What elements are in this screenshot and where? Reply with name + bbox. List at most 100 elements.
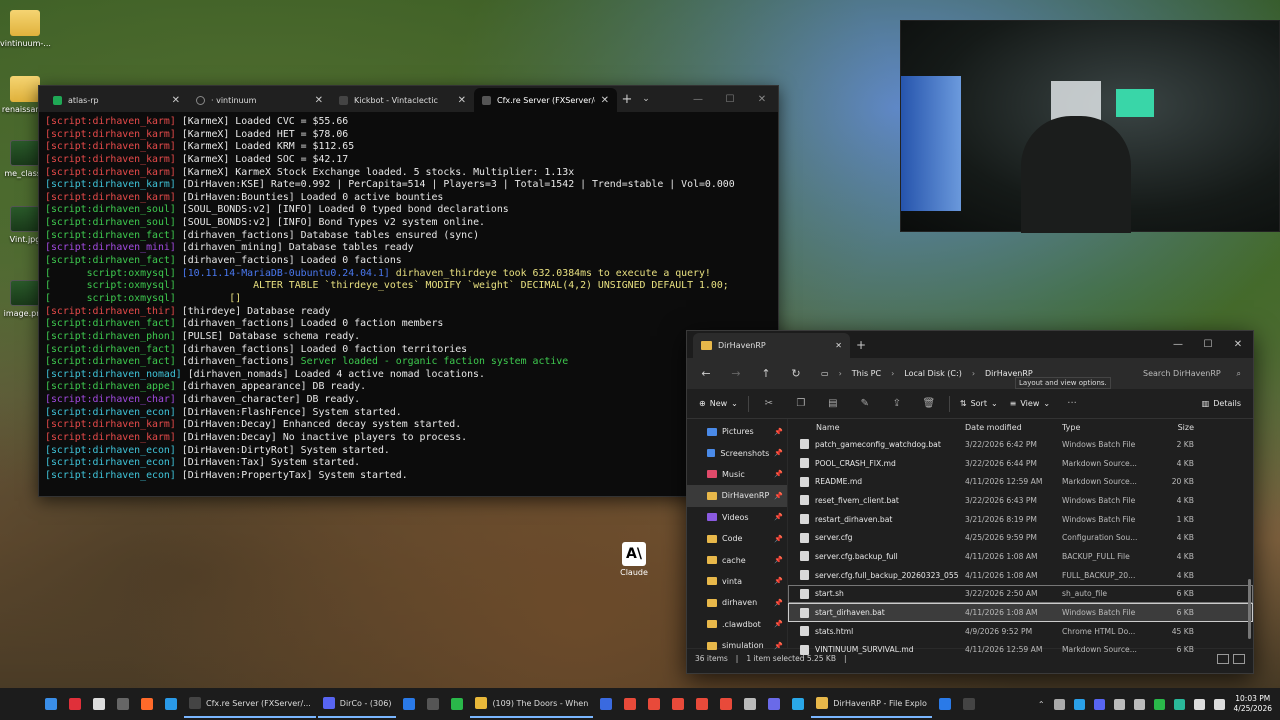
file-row[interactable]: VINTINUUM_SURVIVAL.md 4/11/2026 12:59 AM M… bbox=[788, 641, 1253, 660]
new-tab-button[interactable]: + bbox=[850, 338, 872, 352]
taskbar-app[interactable] bbox=[667, 690, 689, 718]
taskbar-app[interactable] bbox=[446, 690, 468, 718]
file-row[interactable]: POOL_CRASH_FIX.md 3/22/2026 6:44 PM Markdo… bbox=[788, 454, 1253, 473]
view-button[interactable]: ≡ View ⌄ bbox=[1004, 393, 1056, 415]
share-icon[interactable]: ⇪ bbox=[881, 398, 913, 409]
taskbar-app[interactable] bbox=[691, 690, 713, 718]
telegram-icon[interactable] bbox=[1073, 698, 1085, 710]
nav-item-dirhaven[interactable]: dirhaven 📌 bbox=[687, 592, 787, 613]
file-explorer-window[interactable]: DirHavenRP ✕ + — ☐ ✕ ← → ↑ ↻ ▭ › This PC… bbox=[686, 330, 1254, 674]
column-header-type[interactable]: Type bbox=[1056, 423, 1142, 432]
nav-item-simulation[interactable]: simulation 📌 bbox=[687, 635, 787, 656]
breadcrumb-item[interactable]: Local Disk (C:) bbox=[904, 369, 962, 378]
terminal-tab-active[interactable]: Cfx.re Server (FXServer/g ✕ bbox=[474, 88, 617, 112]
taskbar-app[interactable] bbox=[64, 690, 86, 718]
taskbar-app[interactable] bbox=[422, 690, 444, 718]
taskbar-app[interactable] bbox=[643, 690, 665, 718]
taskbar-app[interactable] bbox=[136, 690, 158, 718]
discord-icon[interactable] bbox=[1093, 698, 1105, 710]
taskbar-app[interactable] bbox=[40, 690, 62, 718]
breadcrumb-item[interactable]: This PC bbox=[852, 369, 881, 378]
tab-dropdown-button[interactable]: ⌄ bbox=[637, 94, 655, 104]
terminal-output[interactable]: [script:dirhaven_karm] [KarmeX] Loaded C… bbox=[39, 112, 778, 496]
terminal-window[interactable]: atlas-rp ✕ · vintinuum ✕ Kickbot - Vinta… bbox=[38, 85, 779, 497]
file-row[interactable]: README.md 4/11/2026 12:59 AM Markdown Sour… bbox=[788, 472, 1253, 491]
taskbar-app[interactable]: DirCo - (306) bbox=[317, 690, 397, 718]
controller-icon[interactable] bbox=[1113, 698, 1125, 710]
file-row[interactable]: restart_dirhaven.bat 3/21/2026 8:19 PM Win… bbox=[788, 510, 1253, 529]
desktop-icon-claude[interactable]: A\ Claude bbox=[618, 542, 650, 577]
column-header-date[interactable]: Date modified bbox=[959, 423, 1056, 432]
cut-icon[interactable]: ✂ bbox=[753, 398, 785, 409]
taskbar-app[interactable] bbox=[160, 690, 182, 718]
forward-arrow-icon[interactable]: → bbox=[723, 367, 749, 380]
nav-item-music[interactable]: Music 📌 bbox=[687, 464, 787, 485]
taskbar-app[interactable] bbox=[715, 690, 737, 718]
teal-icon[interactable] bbox=[1173, 698, 1185, 710]
nav-item-videos[interactable]: Videos 📌 bbox=[687, 507, 787, 528]
drive-icon[interactable] bbox=[1133, 698, 1145, 710]
sort-button[interactable]: ⇅ Sort ⌄ bbox=[954, 393, 1004, 415]
taskbar-app[interactable] bbox=[619, 690, 641, 718]
close-icon[interactable]: ✕ bbox=[601, 95, 609, 106]
file-row[interactable]: reset_fivem_client.bat 3/22/2026 6:43 PM W… bbox=[788, 491, 1253, 510]
refresh-icon[interactable]: ↻ bbox=[783, 367, 809, 380]
nav-item-vinta[interactable]: vinta 📌 bbox=[687, 571, 787, 592]
nav-item-screenshots[interactable]: Screenshots 📌 bbox=[687, 442, 787, 463]
desktop-icon-vintinuum[interactable]: vintinuum-... bbox=[0, 10, 51, 48]
nav-item-pictures[interactable]: Pictures 📌 bbox=[687, 421, 787, 442]
file-row[interactable]: server.cfg.backup_full 4/11/2026 1:08 AM B… bbox=[788, 547, 1253, 566]
column-header-name[interactable]: Name bbox=[788, 423, 959, 432]
nav-item-dirhavenrp[interactable]: DirHavenRP 📌 bbox=[687, 485, 787, 507]
copy-icon[interactable]: ❐ bbox=[785, 398, 817, 409]
taskbar-app[interactable]: Cfx.re Server (FXServer/... bbox=[184, 690, 316, 718]
taskbar-app[interactable] bbox=[739, 690, 761, 718]
terminal-tab[interactable]: atlas-rp ✕ bbox=[45, 88, 188, 112]
file-row[interactable]: start.sh 3/22/2026 2:50 AM sh_auto_file 6 K… bbox=[788, 584, 1253, 604]
terminal-tab[interactable]: Kickbot - Vintaclectic ✕ bbox=[331, 88, 474, 112]
taskbar-app[interactable] bbox=[112, 690, 134, 718]
taskbar-app[interactable] bbox=[595, 690, 617, 718]
volume-icon[interactable] bbox=[1213, 698, 1225, 710]
nav-item-cache[interactable]: cache 📌 bbox=[687, 549, 787, 570]
new-button[interactable]: ⊕ New ⌄ bbox=[693, 393, 744, 415]
file-row[interactable]: start_dirhaven.bat 4/11/2026 1:08 AM Windo… bbox=[788, 603, 1253, 622]
nav-item-clawdbot[interactable]: .clawdbot 📌 bbox=[687, 614, 787, 635]
clock[interactable]: 10:03 PM 4/25/2026 bbox=[1234, 694, 1272, 714]
delete-icon[interactable]: 🗑 bbox=[913, 398, 945, 409]
taskbar-app[interactable] bbox=[398, 690, 420, 718]
upload-icon[interactable] bbox=[1053, 698, 1065, 710]
taskbar-app[interactable] bbox=[88, 690, 110, 718]
navigation-pane[interactable]: Pictures 📌 Screenshots 📌 Music 📌 DirHavenRP 📌 Vi… bbox=[687, 419, 788, 650]
explorer-tab[interactable]: DirHavenRP ✕ bbox=[693, 332, 850, 359]
green-icon[interactable] bbox=[1153, 698, 1165, 710]
network-icon[interactable] bbox=[1193, 698, 1205, 710]
minimize-icon[interactable]: — bbox=[682, 94, 714, 105]
terminal-tab[interactable]: · vintinuum ✕ bbox=[188, 88, 331, 112]
taskbar-app[interactable] bbox=[763, 690, 785, 718]
close-icon[interactable]: ✕ bbox=[746, 94, 778, 105]
scrollbar[interactable] bbox=[1248, 579, 1251, 639]
search-box[interactable]: Search DirHavenRP ⌕ bbox=[1137, 363, 1247, 385]
file-row[interactable]: patch_gameconfig_watchdog.bat 3/22/2026 6… bbox=[788, 435, 1253, 454]
file-list[interactable]: Name Date modified Type Size patch_gamec… bbox=[788, 419, 1253, 655]
taskbar-app[interactable]: (109) The Doors - When bbox=[470, 690, 594, 718]
file-row[interactable]: server.cfg 4/25/2026 9:59 PM Configuration… bbox=[788, 528, 1253, 547]
paste-icon[interactable]: ▤ bbox=[817, 398, 849, 409]
taskbar-app[interactable] bbox=[787, 690, 809, 718]
back-arrow-icon[interactable]: ← bbox=[693, 367, 719, 380]
new-tab-button[interactable]: + bbox=[617, 92, 637, 107]
rename-icon[interactable]: ✎ bbox=[849, 398, 881, 409]
maximize-icon[interactable]: ☐ bbox=[1193, 339, 1223, 350]
close-icon[interactable]: ✕ bbox=[1223, 339, 1253, 350]
file-row[interactable]: server.cfg.full_backup_20260323_055334 4/… bbox=[788, 566, 1253, 585]
nav-item-code[interactable]: Code 📌 bbox=[687, 528, 787, 549]
taskbar-app[interactable] bbox=[934, 690, 956, 718]
close-icon[interactable]: ✕ bbox=[835, 341, 842, 350]
close-icon[interactable]: ✕ bbox=[172, 95, 180, 106]
chevron-up-icon[interactable]: ⌃ bbox=[1038, 700, 1045, 709]
close-icon[interactable]: ✕ bbox=[315, 95, 323, 106]
details-button[interactable]: ▥ Details bbox=[1196, 393, 1247, 415]
more-options-icon[interactable]: ··· bbox=[1056, 398, 1088, 409]
column-header-size[interactable]: Size bbox=[1142, 423, 1208, 432]
